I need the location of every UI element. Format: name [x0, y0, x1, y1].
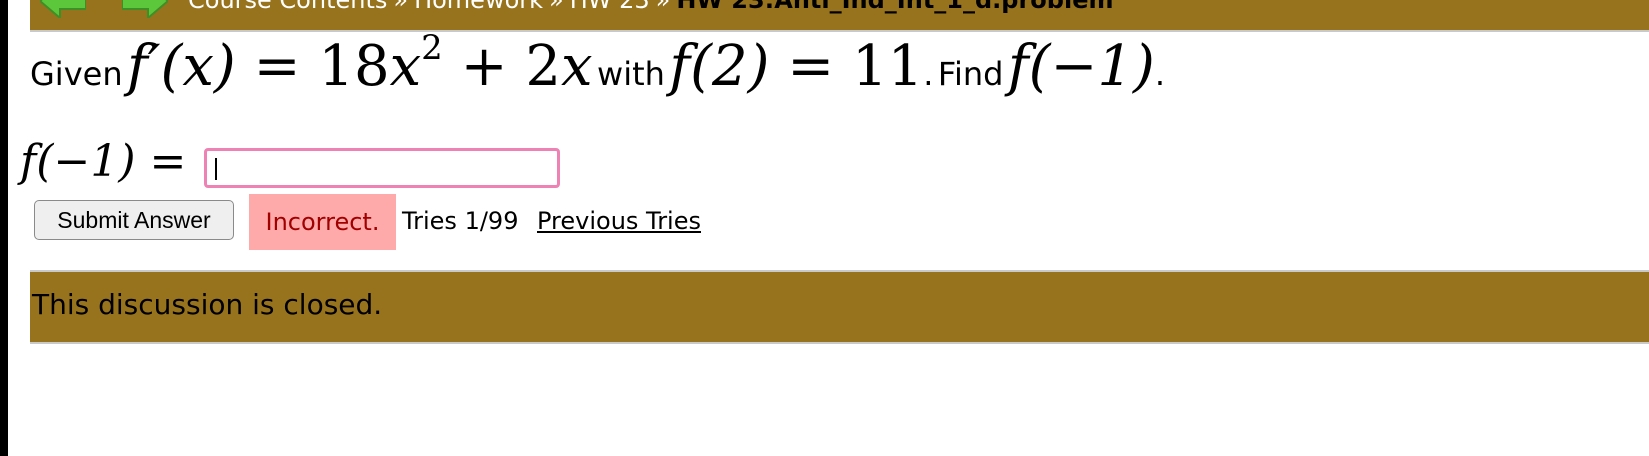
breadcrumb-separator: » [393, 0, 409, 14]
exponent: 2 [421, 28, 443, 68]
text-caret [215, 158, 217, 180]
breadcrumb-course-contents[interactable]: Course Contents [188, 0, 387, 14]
tries-count: Tries 1/99 [402, 207, 519, 235]
plus-term: + 2 [460, 34, 561, 99]
breadcrumb-separator: » [655, 0, 671, 14]
target-expression: f(−1) [1008, 34, 1155, 99]
window-edge [0, 0, 8, 456]
forward-arrow-icon[interactable] [122, 0, 168, 18]
breadcrumb-separator: » [549, 0, 564, 14]
equals-sign: = [253, 34, 301, 99]
answer-row: f(−1) = [20, 136, 560, 192]
problem-find-word: Find [937, 55, 1004, 93]
derivative-expression: f′(x) = 18x2 + 2x [127, 31, 593, 99]
target: f(−1) [1007, 34, 1155, 99]
problem-given-word: Given [30, 55, 123, 93]
problem-with-word: with [597, 55, 665, 93]
submit-answer-button[interactable]: Submit Answer [34, 200, 234, 240]
derivative-lhs: f′(x) [127, 34, 236, 99]
breadcrumb: Course Contents » Homework » HW 23 » HW 23:Ant… [188, 0, 1114, 16]
discussion-banner: This discussion is closed. [30, 270, 1649, 344]
breadcrumb-hw23[interactable]: HW 23 [570, 0, 650, 14]
incorrect-status-badge: Incorrect. [249, 194, 396, 250]
feedback-row: Submit Answer Incorrect. Tries 1/99 Prev… [34, 194, 834, 250]
answer-label-text: f(−1) = [20, 136, 187, 187]
initial-value: 11 [851, 34, 924, 99]
discussion-closed-message: This discussion is closed. [32, 288, 383, 321]
breadcrumb-current-problem: HW 23:Anti_Ind_Int_1_d.problem [676, 0, 1114, 14]
navigation-bar: Course Contents » Homework » HW 23 » HW 23:Ant… [30, 0, 1649, 32]
period: . [1154, 55, 1166, 93]
breadcrumb-homework[interactable]: Homework [414, 0, 543, 14]
answer-label: f(−1) = [20, 136, 186, 187]
variable-x: x [560, 34, 593, 99]
variable-x: x [389, 34, 422, 99]
initial-condition: f(2) = 11 [669, 34, 923, 99]
previous-tries-link[interactable]: Previous Tries [537, 194, 701, 250]
problem-statement: Given f′(x) = 18x2 + 2x with f(2) = 11. … [30, 31, 1166, 114]
equals-sign: = [787, 34, 835, 99]
period: . [923, 55, 934, 93]
answer-input[interactable] [204, 148, 560, 188]
coefficient: 18 [318, 34, 390, 99]
back-arrow-icon[interactable] [40, 0, 86, 18]
initial-lhs: f(2) [669, 34, 770, 99]
